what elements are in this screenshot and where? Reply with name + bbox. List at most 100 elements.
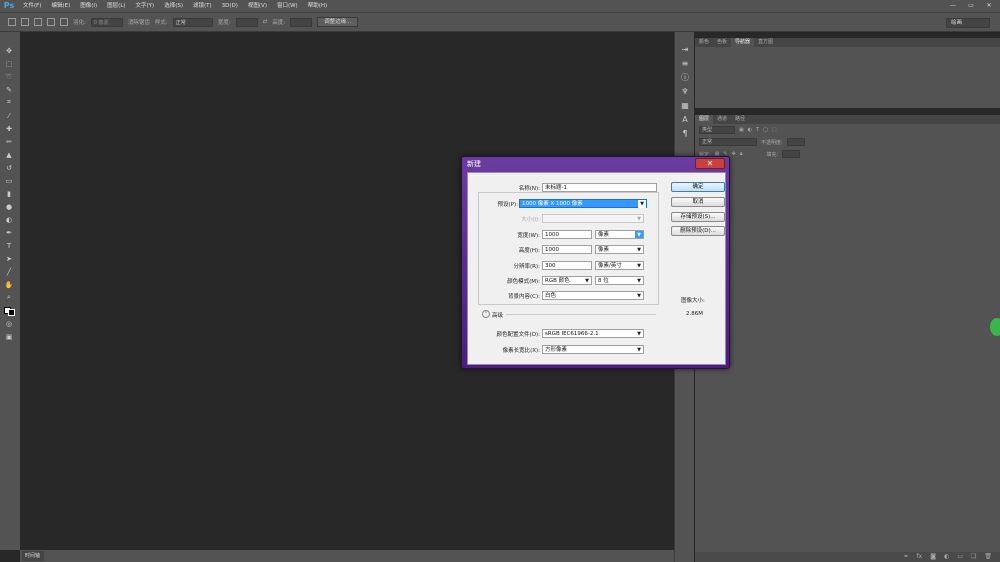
style-select[interactable]: 正常 xyxy=(172,17,213,27)
add-mask-icon[interactable]: ◙ xyxy=(930,552,936,562)
brush-tool-icon[interactable]: ✏ xyxy=(0,135,18,148)
filter-shape-icon[interactable]: ▢ xyxy=(763,127,768,133)
floating-assistant-icon[interactable] xyxy=(990,318,1000,336)
link-layers-icon[interactable]: ⚭ xyxy=(904,552,909,562)
dodge-tool-icon[interactable]: ◐ xyxy=(0,213,18,226)
layer-kind-filter[interactable]: 类型 xyxy=(699,126,735,134)
width-input[interactable] xyxy=(235,17,258,27)
menu-item-3[interactable]: 图层(L) xyxy=(102,0,130,12)
crop-tool-icon[interactable]: ⌗ xyxy=(0,96,18,109)
name-input[interactable]: 未标题-1 xyxy=(542,183,657,192)
gradient-tool-icon[interactable]: ▮ xyxy=(0,187,18,200)
layers-tab-2[interactable]: 路径 xyxy=(731,115,749,124)
new-selection-icon[interactable] xyxy=(21,18,29,26)
path-select-tool-icon[interactable]: ➤ xyxy=(0,252,18,265)
height-input[interactable] xyxy=(290,17,313,27)
height-unit-select[interactable]: 像素 ▼ xyxy=(595,245,644,254)
menu-item-4[interactable]: 文字(Y) xyxy=(131,0,160,12)
add-selection-icon[interactable] xyxy=(34,18,42,26)
healing-tool-icon[interactable]: ✚ xyxy=(0,122,18,135)
history-icon[interactable]: ⇥ xyxy=(675,42,695,56)
color-profile-select[interactable]: sRGB IEC61966-2.1 ▼ xyxy=(542,329,644,338)
hand-tool-icon[interactable]: ✋ xyxy=(0,278,18,291)
close-window-button[interactable]: ✕ xyxy=(980,0,998,11)
restore-button[interactable]: ▭ xyxy=(962,0,980,11)
filter-smart-icon[interactable]: ⬚ xyxy=(772,127,777,133)
height-input[interactable]: 1000 xyxy=(542,245,592,254)
type-tool-icon[interactable]: T xyxy=(0,239,18,252)
color-swatches-icon[interactable] xyxy=(0,304,18,317)
opacity-input[interactable] xyxy=(786,138,805,146)
fill-input[interactable] xyxy=(782,150,801,158)
dialog-close-button[interactable]: ✕ xyxy=(695,158,725,169)
quick-select-tool-icon[interactable]: ✎ xyxy=(0,83,18,96)
delete-preset-button[interactable]: 删除预设(D)... xyxy=(671,226,725,236)
menu-item-7[interactable]: 3D(D) xyxy=(217,0,243,12)
menu-item-2[interactable]: 图像(I) xyxy=(75,0,102,12)
resolution-unit-select[interactable]: 像素/英寸 ▼ xyxy=(595,261,644,270)
layer-style-icon[interactable]: fx xyxy=(917,552,923,562)
navigator-tab-3[interactable]: 直方图 xyxy=(754,38,777,47)
filter-pixel-icon[interactable]: ▣ xyxy=(739,127,744,133)
eyedropper-tool-icon[interactable]: ⁄ xyxy=(0,109,18,122)
adjustment-layer-icon[interactable]: ◐ xyxy=(944,552,949,562)
quick-mask-icon[interactable]: ◎ xyxy=(0,317,18,330)
navigator-tab-1[interactable]: 色板 xyxy=(713,38,731,47)
ok-button[interactable]: 确定 xyxy=(671,182,725,192)
minimize-button[interactable]: — xyxy=(944,0,962,11)
new-layer-icon[interactable]: ❏ xyxy=(971,552,976,562)
menu-item-10[interactable]: 帮助(H) xyxy=(303,0,332,12)
move-tool-icon[interactable]: ✥ xyxy=(0,44,18,57)
history-brush-icon[interactable]: ↺ xyxy=(0,161,18,174)
antialias-checkbox[interactable]: 消除锯齿 xyxy=(128,18,150,26)
refine-edge-button[interactable]: 调整边缘... xyxy=(317,17,359,27)
menu-item-9[interactable]: 窗口(W) xyxy=(272,0,303,12)
advanced-toggle-icon[interactable]: ⌃ xyxy=(482,310,490,318)
blend-mode-select[interactable]: 正常 xyxy=(699,138,757,146)
stamp-tool-icon[interactable]: ▲ xyxy=(0,148,18,161)
zoom-tool-icon[interactable]: ⌕ xyxy=(0,291,18,304)
menu-item-6[interactable]: 滤镜(T) xyxy=(188,0,217,12)
bit-depth-select[interactable]: 8 位 ▼ xyxy=(595,276,644,285)
menu-item-5[interactable]: 选择(S) xyxy=(159,0,188,12)
info-icon[interactable]: ⓘ xyxy=(675,70,695,84)
background-select[interactable]: 白色 ▼ xyxy=(542,291,644,300)
width-unit-select[interactable]: 像素 ▼ xyxy=(595,230,644,239)
marquee-tool-icon[interactable]: ⬚ xyxy=(0,57,18,70)
blur-tool-icon[interactable]: ● xyxy=(0,200,18,213)
save-preset-button[interactable]: 存储预设(S)... xyxy=(671,212,725,222)
brush-panel-icon[interactable]: ▦ xyxy=(675,98,695,112)
width-input[interactable]: 1000 xyxy=(542,230,592,239)
lasso-tool-icon[interactable]: ➰ xyxy=(0,70,18,83)
delete-layer-icon[interactable]: 🗑︎ xyxy=(984,552,992,562)
menu-item-0[interactable]: 文件(F) xyxy=(18,0,46,12)
character-icon[interactable]: A xyxy=(675,112,695,126)
timeline-tab[interactable]: 时间轴 xyxy=(22,551,44,561)
navigator-tab-2[interactable]: 导航器 xyxy=(731,38,755,47)
workspace-select[interactable]: 绘画 xyxy=(946,18,990,28)
new-group-icon[interactable]: ▭ xyxy=(957,552,963,562)
filter-type-icon[interactable]: T xyxy=(756,127,759,133)
filter-adjust-icon[interactable]: ◐ xyxy=(748,127,752,133)
menu-item-1[interactable]: 编辑(E) xyxy=(46,0,75,12)
menu-item-8[interactable]: 视图(V) xyxy=(243,0,272,12)
subtract-selection-icon[interactable] xyxy=(47,18,55,26)
layers-tab-1[interactable]: 通道 xyxy=(713,115,731,124)
marquee-tool-icon[interactable] xyxy=(8,18,16,26)
line-tool-icon[interactable]: ╱ xyxy=(0,265,18,278)
cancel-button[interactable]: 取消 xyxy=(671,197,725,207)
pixel-aspect-select[interactable]: 方形像素 ▼ xyxy=(542,345,644,354)
brush-presets-icon[interactable]: ♆ xyxy=(675,84,695,98)
navigator-tab-0[interactable]: 颜色 xyxy=(695,38,713,47)
color-mode-select[interactable]: RGB 颜色 ▼ xyxy=(542,276,592,285)
feather-input[interactable]: 0 像素 xyxy=(90,17,123,27)
layers-tab-0[interactable]: 图层 xyxy=(695,115,714,124)
lock-all-icon[interactable]: 🔒︎ xyxy=(740,151,743,157)
eraser-tool-icon[interactable]: ▭ xyxy=(0,174,18,187)
pen-tool-icon[interactable]: ✒ xyxy=(0,226,18,239)
intersect-selection-icon[interactable] xyxy=(60,18,68,26)
lock-position-icon[interactable]: ✥ xyxy=(732,151,736,157)
properties-icon[interactable]: ≡ xyxy=(675,56,695,70)
preset-select[interactable]: 1000 像素 X 1000 像素 ▼ xyxy=(519,199,647,208)
screen-mode-icon[interactable]: ▣ xyxy=(0,330,18,343)
